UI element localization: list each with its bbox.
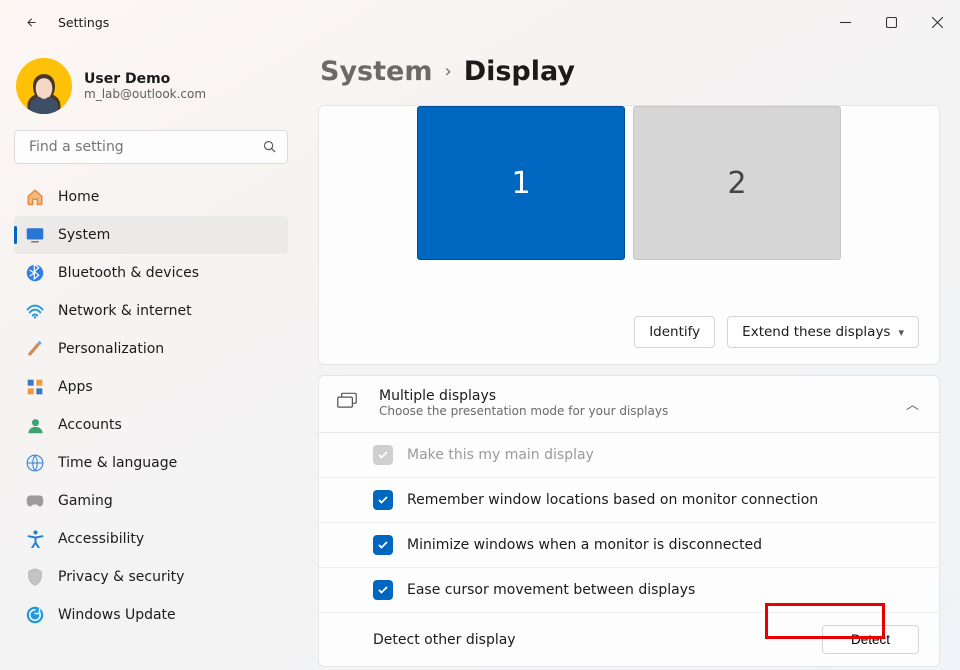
section-subtitle: Choose the presentation mode for your di… — [379, 404, 906, 418]
chevron-up-icon: ︿ — [906, 394, 919, 413]
chevron-right-icon: › — [444, 61, 451, 82]
breadcrumb-parent[interactable]: System — [320, 56, 432, 87]
avatar-icon — [22, 70, 66, 114]
checkbox-ease-cursor[interactable] — [373, 580, 393, 600]
nav-item-gaming[interactable]: Gaming — [14, 482, 288, 520]
minimize-icon — [840, 17, 851, 28]
window-controls — [822, 6, 960, 38]
option-main-display: Make this my main display — [319, 433, 939, 477]
minimize-button[interactable] — [822, 6, 868, 38]
nav-item-label: Gaming — [58, 493, 113, 509]
close-icon — [932, 17, 943, 28]
nav-item-personalization[interactable]: Personalization — [14, 330, 288, 368]
user-name: User Demo — [84, 71, 206, 87]
breadcrumb: System › Display — [320, 56, 940, 87]
network-icon — [26, 302, 44, 320]
nav-item-apps[interactable]: Apps — [14, 368, 288, 406]
privacy-icon — [26, 568, 44, 586]
nav-item-label: Network & internet — [58, 303, 192, 319]
section-title: Multiple displays — [379, 388, 906, 404]
nav-item-label: Bluetooth & devices — [58, 265, 199, 281]
maximize-button[interactable] — [868, 6, 914, 38]
identify-label: Identify — [649, 324, 700, 340]
main: System › Display 1 2 Identify Extend the… — [300, 44, 960, 670]
gaming-icon — [26, 492, 44, 510]
breadcrumb-current: Display — [464, 56, 575, 87]
titlebar: Settings — [0, 0, 960, 44]
search-input[interactable] — [27, 138, 253, 156]
checkbox-remember-locations[interactable] — [373, 490, 393, 510]
nav-item-windows-update[interactable]: Windows Update — [14, 596, 288, 634]
identify-button[interactable]: Identify — [634, 316, 715, 348]
monitor-2[interactable]: 2 — [633, 106, 841, 260]
chevron-down-icon: ▾ — [898, 326, 904, 339]
option-detect-display: Detect other display Detect — [319, 612, 939, 666]
nav-item-label: Personalization — [58, 341, 164, 357]
nav-item-label: Home — [58, 189, 99, 205]
close-button[interactable] — [914, 6, 960, 38]
checkbox-minimize[interactable] — [373, 535, 393, 555]
check-icon — [377, 494, 389, 506]
option-minimize-on-disconnect[interactable]: Minimize windows when a monitor is disco… — [319, 522, 939, 567]
search-icon — [262, 139, 277, 158]
option-label: Minimize windows when a monitor is disco… — [407, 537, 762, 553]
option-label: Make this my main display — [407, 447, 594, 463]
option-remember-window-locations[interactable]: Remember window locations based on monit… — [319, 477, 939, 522]
nav-item-label: System — [58, 227, 110, 243]
nav-item-label: Accessibility — [58, 531, 144, 547]
accessibility-icon — [26, 530, 44, 548]
multiple-displays-card: Multiple displays Choose the presentatio… — [318, 375, 940, 667]
check-icon — [377, 584, 389, 596]
nav: Home System Bluetooth & devices Network … — [14, 178, 288, 634]
nav-item-network[interactable]: Network & internet — [14, 292, 288, 330]
avatar — [16, 58, 72, 114]
multiple-displays-options: Make this my main display Remember windo… — [319, 432, 939, 666]
nav-item-label: Privacy & security — [58, 569, 184, 585]
update-icon — [26, 606, 44, 624]
option-label: Remember window locations based on monit… — [407, 492, 818, 508]
back-button[interactable] — [12, 4, 48, 40]
monitor-1[interactable]: 1 — [417, 106, 625, 260]
nav-item-label: Apps — [58, 379, 93, 395]
multiple-displays-icon — [337, 392, 359, 414]
multiple-displays-header[interactable]: Multiple displays Choose the presentatio… — [319, 376, 939, 432]
display-mode-label: Extend these displays — [742, 324, 890, 340]
option-label: Ease cursor movement between displays — [407, 582, 695, 598]
display-mode-dropdown[interactable]: Extend these displays ▾ — [727, 316, 919, 348]
detect-label: Detect other display — [373, 632, 516, 648]
sidebar: User Demo m_lab@outlook.com Home Sys — [0, 44, 300, 670]
arrow-left-icon — [23, 15, 38, 30]
nav-item-label: Windows Update — [58, 607, 176, 623]
nav-item-time-language[interactable]: Time & language — [14, 444, 288, 482]
monitor-arrangement-card: 1 2 Identify Extend these displays ▾ — [318, 105, 940, 365]
nav-item-privacy[interactable]: Privacy & security — [14, 558, 288, 596]
bluetooth-icon — [26, 264, 44, 282]
user-block[interactable]: User Demo m_lab@outlook.com — [14, 52, 288, 130]
nav-item-accounts[interactable]: Accounts — [14, 406, 288, 444]
nav-item-label: Time & language — [58, 455, 177, 471]
check-icon — [377, 539, 389, 551]
maximize-icon — [886, 17, 897, 28]
checkbox-main-display — [373, 445, 393, 465]
nav-item-system[interactable]: System — [14, 216, 288, 254]
search-box[interactable] — [14, 130, 288, 164]
time-language-icon — [26, 454, 44, 472]
check-icon — [377, 449, 389, 461]
home-icon — [26, 188, 44, 206]
apps-icon — [26, 378, 44, 396]
nav-item-label: Accounts — [58, 417, 122, 433]
window-title: Settings — [58, 15, 109, 30]
system-icon — [26, 226, 44, 244]
nav-item-accessibility[interactable]: Accessibility — [14, 520, 288, 558]
option-ease-cursor[interactable]: Ease cursor movement between displays — [319, 567, 939, 612]
user-email: m_lab@outlook.com — [84, 87, 206, 101]
detect-button[interactable]: Detect — [822, 625, 919, 654]
personalization-icon — [26, 340, 44, 358]
monitor-preview[interactable]: 1 2 — [339, 106, 919, 260]
nav-item-bluetooth[interactable]: Bluetooth & devices — [14, 254, 288, 292]
accounts-icon — [26, 416, 44, 434]
nav-item-home[interactable]: Home — [14, 178, 288, 216]
